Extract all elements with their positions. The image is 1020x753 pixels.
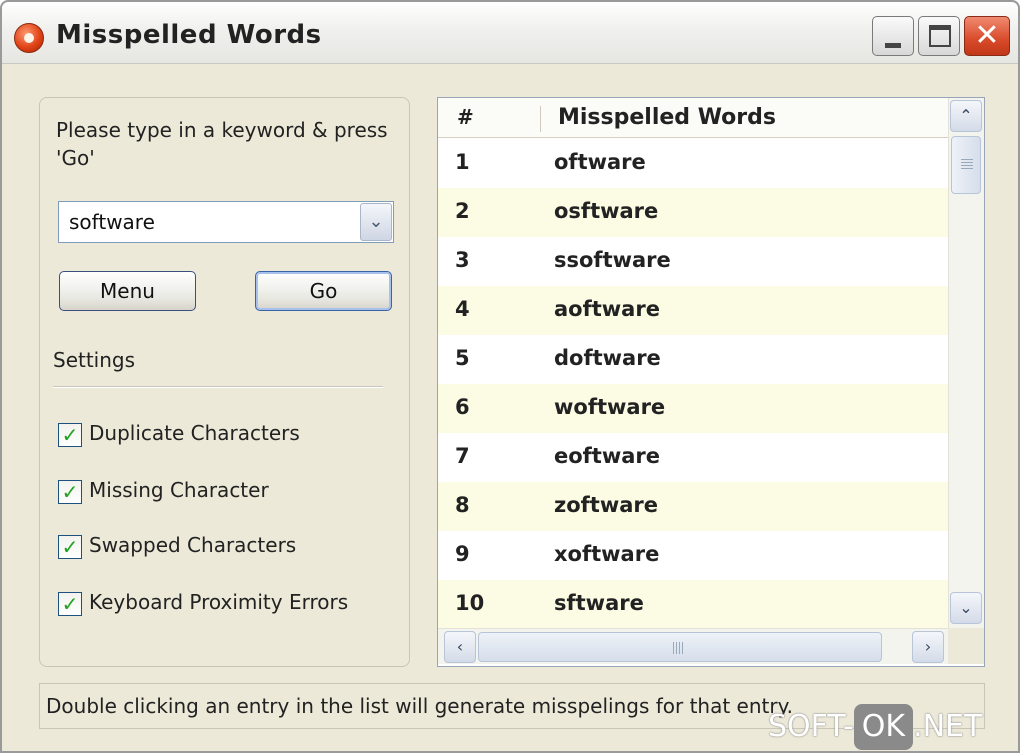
chevron-down-icon: ⌄ <box>368 211 384 232</box>
list-row[interactable]: 8 zoftware <box>438 482 948 531</box>
swapped-characters-checkbox[interactable]: ✓ <box>58 535 82 559</box>
row-number: 6 <box>455 395 470 419</box>
chevron-left-icon: ‹ <box>456 637 464 656</box>
go-button[interactable]: Go <box>255 271 392 311</box>
row-word: xoftware <box>554 542 660 566</box>
list-row[interactable]: 5 doftware <box>438 335 948 384</box>
chevron-down-icon: ⌄ <box>959 598 973 617</box>
vertical-scrollbar[interactable]: ⌃ ⌄ <box>948 98 984 628</box>
app-window: Misspelled Words ✕ Please type in a keyw… <box>0 0 1020 753</box>
list-row[interactable]: 3 ssoftware <box>438 237 948 286</box>
scrollbar-corner <box>948 628 984 664</box>
misspelled-words-list[interactable]: # Misspelled Words 1 oftware 2 osftware 3 s… <box>437 97 985 667</box>
grip-icon <box>673 642 685 654</box>
checkmark-icon: ✓ <box>61 535 79 559</box>
row-number: 4 <box>455 297 470 321</box>
list-rows: 1 oftware 2 osftware 3 ssoftware 4 aoftware … <box>438 139 948 629</box>
dropdown-button[interactable]: ⌄ <box>360 203 392 241</box>
row-word: doftware <box>554 346 661 370</box>
row-number: 7 <box>455 444 470 468</box>
scroll-right-button[interactable]: › <box>912 631 944 663</box>
duplicate-characters-checkbox[interactable]: ✓ <box>58 423 82 447</box>
option-label: Swapped Characters <box>89 533 297 557</box>
option-label: Duplicate Characters <box>89 421 300 445</box>
option-label: Keyboard Proximity Errors <box>89 590 349 614</box>
chevron-up-icon: ⌃ <box>959 106 973 125</box>
horizontal-scrollbar[interactable]: ‹ › <box>438 628 948 664</box>
row-word: ssoftware <box>554 248 671 272</box>
list-row[interactable]: 4 aoftware <box>438 286 948 335</box>
vertical-scroll-thumb[interactable] <box>951 136 981 194</box>
row-number: 3 <box>455 248 470 272</box>
row-word: aoftware <box>554 297 660 321</box>
search-panel: Please type in a keyword & press 'Go' so… <box>39 97 410 667</box>
settings-heading: Settings <box>53 348 136 372</box>
row-word: sftware <box>554 591 644 615</box>
list-row[interactable]: 1 oftware <box>438 139 948 188</box>
column-header-number[interactable]: # <box>457 105 474 129</box>
scroll-up-button[interactable]: ⌃ <box>950 100 982 132</box>
horizontal-scroll-thumb[interactable] <box>478 632 882 662</box>
status-text: Double clicking an entry in the list wil… <box>46 694 793 718</box>
close-button[interactable]: ✕ <box>964 16 1010 56</box>
keyword-input[interactable]: software <box>69 210 155 234</box>
row-word: woftware <box>554 395 666 419</box>
list-header: # Misspelled Words <box>438 98 948 138</box>
row-number: 10 <box>455 591 485 615</box>
app-icon <box>14 23 44 53</box>
row-number: 8 <box>455 493 470 517</box>
window-title: Misspelled Words <box>56 20 322 50</box>
watermark-suffix: .NET <box>913 709 983 744</box>
keyword-combobox[interactable]: software ⌄ <box>58 201 394 243</box>
column-divider[interactable] <box>540 106 541 132</box>
row-number: 1 <box>455 150 470 174</box>
maximize-icon <box>929 25 951 47</box>
list-row[interactable]: 2 osftware <box>438 188 948 237</box>
settings-divider <box>53 386 383 388</box>
keyboard-proximity-errors-checkbox[interactable]: ✓ <box>58 592 82 616</box>
close-icon: ✕ <box>974 18 1000 53</box>
row-number: 5 <box>455 346 470 370</box>
row-word: oftware <box>554 150 646 174</box>
watermark: SOFT- OK .NET <box>768 704 982 750</box>
client-area: Please type in a keyword & press 'Go' so… <box>12 66 1010 746</box>
minimize-icon <box>885 43 901 48</box>
watermark-prefix: SOFT- <box>768 709 854 744</box>
scroll-down-button[interactable]: ⌄ <box>950 592 982 624</box>
checkmark-icon: ✓ <box>61 480 79 504</box>
scroll-left-button[interactable]: ‹ <box>444 631 476 663</box>
chevron-right-icon: › <box>924 637 932 656</box>
row-word: eoftware <box>554 444 661 468</box>
list-row[interactable]: 10 sftware <box>438 580 948 629</box>
row-word: zoftware <box>554 493 658 517</box>
option-label: Missing Character <box>89 478 269 502</box>
keyword-prompt: Please type in a keyword & press 'Go' <box>56 118 388 170</box>
checkmark-icon: ✓ <box>61 592 79 616</box>
watermark-ok: OK <box>853 704 914 750</box>
grip-icon <box>961 159 973 171</box>
list-row[interactable]: 6 woftware <box>438 384 948 433</box>
list-row[interactable]: 7 eoftware <box>438 433 948 482</box>
minimize-button[interactable] <box>872 16 914 56</box>
row-number: 2 <box>455 199 470 223</box>
maximize-button[interactable] <box>918 16 960 56</box>
checkmark-icon: ✓ <box>61 423 79 447</box>
list-row[interactable]: 9 xoftware <box>438 531 948 580</box>
row-word: osftware <box>554 199 659 223</box>
missing-character-checkbox[interactable]: ✓ <box>58 480 82 504</box>
title-bar[interactable]: Misspelled Words ✕ <box>2 2 1018 64</box>
column-header-words[interactable]: Misspelled Words <box>558 105 776 130</box>
menu-button[interactable]: Menu <box>59 271 196 311</box>
row-number: 9 <box>455 542 470 566</box>
